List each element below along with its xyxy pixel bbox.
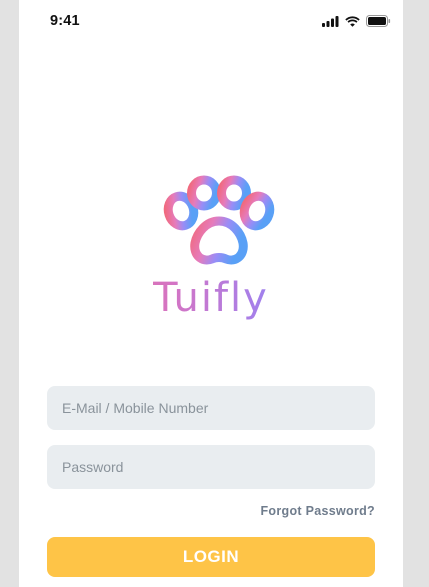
paw-icon xyxy=(163,175,275,265)
password-placeholder: Password xyxy=(62,459,124,475)
login-button-label: LOGIN xyxy=(182,547,240,566)
forgot-password-link[interactable]: Forgot Password? xyxy=(260,504,375,518)
battery-icon xyxy=(366,15,391,27)
brand-name: Tuifly xyxy=(19,270,403,326)
login-button[interactable]: LOGIN xyxy=(47,537,375,577)
phone-screen: 9:41 Tuifly E-Mail / Mobile Number Passw… xyxy=(19,0,403,587)
email-field[interactable]: E-Mail / Mobile Number xyxy=(47,386,375,430)
status-icons xyxy=(322,15,391,27)
signal-icon xyxy=(322,15,339,27)
password-field[interactable]: Password xyxy=(47,445,375,489)
status-time: 9:41 xyxy=(50,13,80,29)
wifi-icon xyxy=(345,15,360,27)
email-placeholder: E-Mail / Mobile Number xyxy=(62,400,209,416)
